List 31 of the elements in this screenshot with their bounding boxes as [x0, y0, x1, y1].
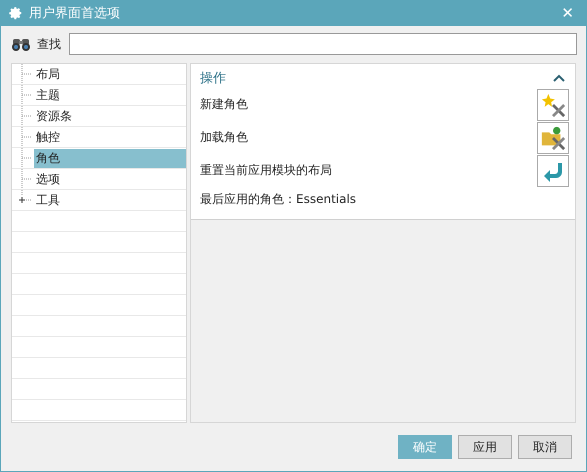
- tree-line: [22, 106, 32, 126]
- dialog-button[interactable]: 取消: [518, 435, 572, 459]
- action-label: 新建角色: [200, 96, 248, 113]
- tree-line: [22, 148, 32, 168]
- expand-icon[interactable]: [18, 196, 26, 204]
- search-label: 查找: [37, 36, 61, 52]
- tree-line: [22, 85, 32, 105]
- search-field[interactable]: [69, 33, 577, 55]
- tree-item[interactable]: 触控: [34, 128, 186, 146]
- action-button[interactable]: [537, 154, 569, 186]
- tree-line: [22, 127, 32, 147]
- tree-item[interactable]: 布局: [34, 64, 186, 84]
- tree-line: [22, 64, 32, 84]
- action-label: 加载角色: [200, 129, 248, 146]
- action-label: 重置当前应用模块的布局: [200, 162, 332, 179]
- tree-item[interactable]: 主题: [34, 86, 186, 104]
- folder-tools-icon: [540, 124, 566, 150]
- tree-item[interactable]: 角色: [34, 148, 186, 168]
- window-title: 用户界面首选项: [29, 5, 121, 22]
- action-label: 最后应用的角色：Essentials: [200, 190, 356, 208]
- dialog-button[interactable]: 应用: [458, 435, 512, 459]
- tree-item[interactable]: 工具: [34, 190, 186, 210]
- binoculars-icon: [11, 36, 33, 52]
- action-button[interactable]: [537, 122, 569, 154]
- tree-item[interactable]: 资源条: [34, 106, 186, 126]
- gear-icon: [9, 6, 23, 20]
- collapse-caret-icon[interactable]: [553, 74, 565, 82]
- star-tools-icon: [540, 92, 566, 118]
- tree-item[interactable]: 选项: [34, 170, 186, 188]
- section-title: 操作: [200, 70, 226, 87]
- action-button[interactable]: [537, 88, 569, 120]
